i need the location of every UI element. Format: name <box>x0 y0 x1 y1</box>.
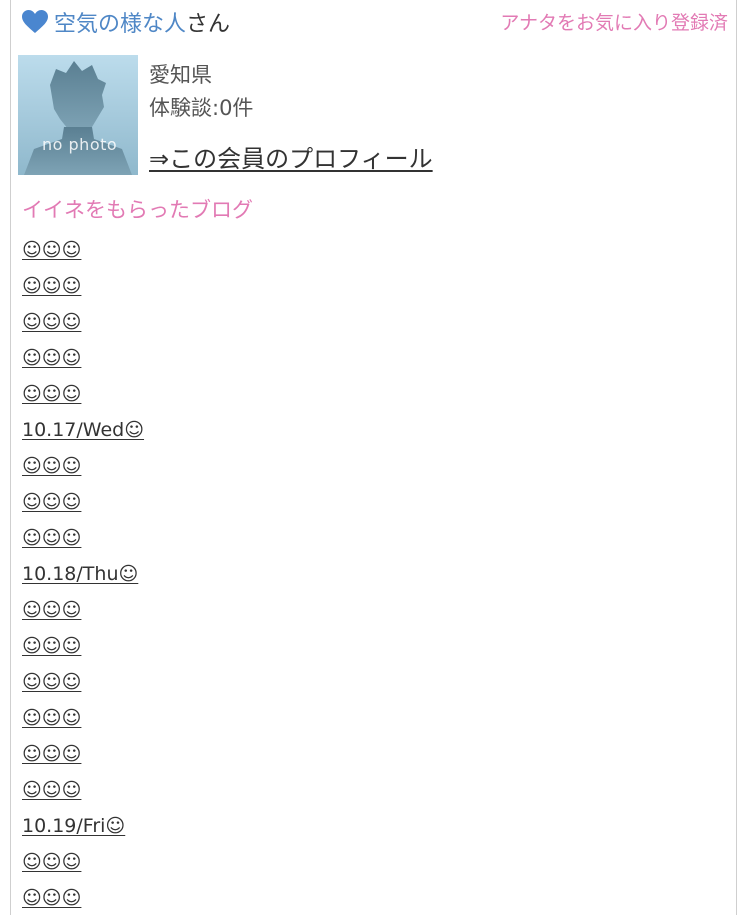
blog-post-link[interactable]: ☺☺☺ <box>22 851 81 873</box>
member-name-suffix: さん <box>186 12 231 37</box>
list-item: 10.18/Thu☺ <box>22 556 144 592</box>
list-item: ☺☺☺ <box>22 628 144 664</box>
avatar <box>18 55 138 175</box>
list-item: 10.17/Wed☺ <box>22 412 144 448</box>
list-item: ☺☺☺ <box>22 520 144 556</box>
blog-post-link[interactable]: 10.17/Wed☺ <box>22 419 144 441</box>
profile-summary: no photo 愛知県 体験談:0件 ⇒この会員のプロフィール <box>18 55 718 175</box>
list-item: ☺☺☺ <box>22 772 144 808</box>
list-item: ☺☺☺ <box>22 448 144 484</box>
blog-post-link[interactable]: 10.18/Thu☺ <box>22 563 138 585</box>
list-item: ☺☺☺ <box>22 232 144 268</box>
blog-post-link[interactable]: ☺☺☺ <box>22 527 81 549</box>
blog-post-link[interactable]: 10.19/Fri☺ <box>22 815 125 837</box>
list-item: ☺☺☺ <box>22 304 144 340</box>
list-item: ☺☺☺ <box>22 340 144 376</box>
list-item: ☺☺☺ <box>22 484 144 520</box>
member-name-link[interactable]: 空気の様な人 <box>54 6 186 38</box>
prefecture-text: 愛知県 <box>149 63 212 87</box>
liked-blog-list: ☺☺☺ ☺☺☺ ☺☺☺ ☺☺☺ ☺☺☺ 10.17/Wed☺ ☺☺☺ ☺☺☺ ☺… <box>22 232 144 916</box>
list-item: ☺☺☺ <box>22 700 144 736</box>
list-item: ☺☺☺ <box>22 592 144 628</box>
list-item: ☺☺☺ <box>22 376 144 412</box>
blog-post-link[interactable]: ☺☺☺ <box>22 743 81 765</box>
list-item: 10.19/Fri☺ <box>22 808 144 844</box>
blog-post-link[interactable]: ☺☺☺ <box>22 635 81 657</box>
avatar-caption: no photo <box>42 135 118 154</box>
list-item: ☺☺☺ <box>22 880 144 916</box>
blog-post-link[interactable]: ☺☺☺ <box>22 599 81 621</box>
heart-icon <box>22 10 48 33</box>
list-item: ☺☺☺ <box>22 268 144 304</box>
blog-post-link[interactable]: ☺☺☺ <box>22 707 81 729</box>
blog-post-link[interactable]: ☺☺☺ <box>22 311 81 333</box>
blog-post-link[interactable]: ☺☺☺ <box>22 671 81 693</box>
blog-post-link[interactable]: ☺☺☺ <box>22 347 81 369</box>
member-header: 空気の様な人 さん <box>22 6 230 38</box>
blog-post-link[interactable]: ☺☺☺ <box>22 383 81 405</box>
liked-blogs-heading: イイネをもらったブログ <box>22 198 253 222</box>
blog-post-link[interactable]: ☺☺☺ <box>22 239 81 261</box>
list-item: ☺☺☺ <box>22 736 144 772</box>
experience-count: 体験談:0件 <box>149 96 254 120</box>
member-profile-link[interactable]: ⇒この会員のプロフィール <box>149 139 433 174</box>
blog-post-link[interactable]: ☺☺☺ <box>22 779 81 801</box>
blog-post-link[interactable]: ☺☺☺ <box>22 455 81 477</box>
favorite-status: アナタをお気に入り登録済 <box>500 12 728 34</box>
blog-post-link[interactable]: ☺☺☺ <box>22 491 81 513</box>
list-item: ☺☺☺ <box>22 844 144 880</box>
blog-post-link[interactable]: ☺☺☺ <box>22 275 81 297</box>
blog-post-link[interactable]: ☺☺☺ <box>22 887 81 909</box>
list-item: ☺☺☺ <box>22 664 144 700</box>
